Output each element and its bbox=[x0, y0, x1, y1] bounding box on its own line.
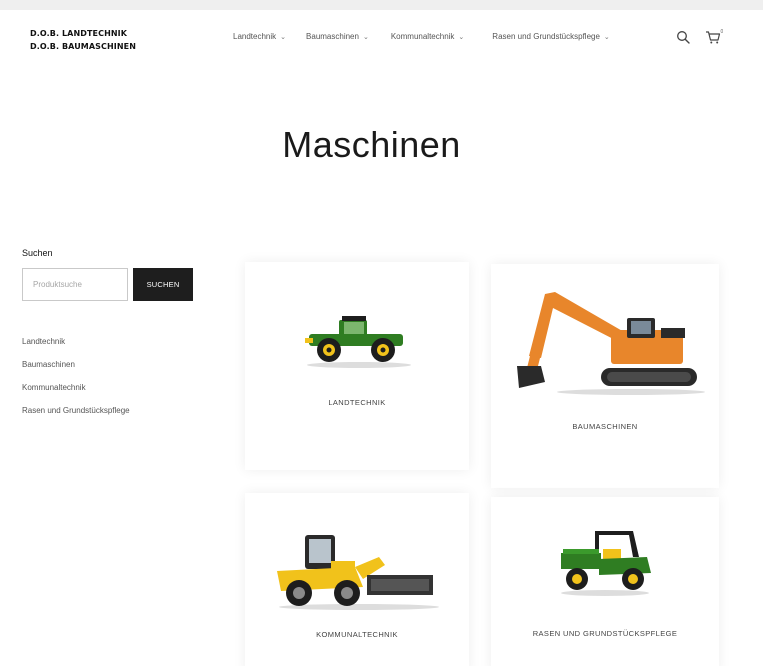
tractor-image bbox=[305, 316, 411, 368]
site-header: D.O.B. LANDTECHNIK D.O.B. BAUMASCHINEN L… bbox=[0, 10, 763, 72]
product-card-label: BAUMASCHINEN bbox=[572, 422, 638, 431]
nav-item-landtechnik[interactable]: Landtechnik ⌄ bbox=[233, 32, 286, 41]
nav-item-label: Rasen und Grundstückspflege bbox=[492, 32, 600, 41]
search-icon[interactable] bbox=[676, 30, 690, 44]
utility-vehicle-image bbox=[561, 531, 651, 596]
sidebar: Suchen SUCHEN Landtechnik Baumaschinen K… bbox=[22, 248, 232, 422]
main-navigation: Landtechnik ⌄ Baumaschinen ⌄ Kommunaltec… bbox=[233, 32, 630, 41]
search-button[interactable]: SUCHEN bbox=[133, 268, 193, 301]
nav-item-label: Landtechnik bbox=[233, 32, 277, 41]
nav-item-baumaschinen[interactable]: Baumaschinen ⌄ bbox=[306, 32, 369, 41]
nav-item-label: Kommunaltechnik bbox=[390, 32, 455, 41]
page-title: Maschinen bbox=[282, 124, 461, 165]
search-label: Suchen bbox=[22, 248, 53, 258]
logo-line-1: D.O.B. LANDTECHNIK bbox=[30, 29, 128, 38]
product-card-label: RASEN UND GRUNDSTÜCKSPFLEGE bbox=[532, 629, 678, 638]
product-card-rasen[interactable]: RASEN UND GRUNDSTÜCKSPFLEGE bbox=[491, 497, 719, 666]
logo-line-2: D.O.B. BAUMASCHINEN bbox=[30, 42, 137, 51]
chevron-down-icon: ⌄ bbox=[603, 33, 610, 41]
chevron-down-icon: ⌄ bbox=[280, 33, 287, 41]
product-card-baumaschinen[interactable]: BAUMASCHINEN bbox=[491, 264, 719, 488]
product-card-label: KOMMUNALTECHNIK bbox=[316, 630, 398, 639]
chevron-down-icon: ⌄ bbox=[362, 33, 369, 41]
wheel-loader-image bbox=[277, 535, 439, 610]
nav-item-kommunaltechnik[interactable]: Kommunaltechnik ⌄ bbox=[391, 32, 464, 41]
cart-icon[interactable]: 0 bbox=[705, 29, 723, 45]
cart-count: 0 bbox=[721, 29, 724, 35]
site-logo[interactable]: D.O.B. LANDTECHNIK D.O.B. BAUMASCHINEN bbox=[30, 27, 136, 53]
nav-item-label: Baumaschinen bbox=[306, 32, 359, 41]
chevron-down-icon: ⌄ bbox=[458, 33, 465, 41]
category-list: Landtechnik Baumaschinen Kommunaltechnik… bbox=[22, 330, 232, 422]
product-card-kommunaltechnik[interactable]: KOMMUNALTECHNIK bbox=[245, 493, 469, 666]
product-card-label: LANDTECHNIK bbox=[328, 398, 386, 407]
nav-item-rasen[interactable]: Rasen und Grundstückspflege ⌄ bbox=[492, 32, 610, 41]
product-search-form: SUCHEN bbox=[22, 268, 232, 301]
category-link-rasen[interactable]: Rasen und Grundstückspflege bbox=[22, 399, 232, 422]
excavator-image bbox=[517, 292, 705, 395]
category-link-landtechnik[interactable]: Landtechnik bbox=[22, 330, 232, 353]
browser-top-strip bbox=[0, 0, 763, 10]
category-link-kommunaltechnik[interactable]: Kommunaltechnik bbox=[22, 376, 232, 399]
category-link-baumaschinen[interactable]: Baumaschinen bbox=[22, 353, 232, 376]
product-card-landtechnik[interactable]: LANDTECHNIK bbox=[245, 262, 469, 470]
search-input[interactable] bbox=[22, 268, 128, 301]
